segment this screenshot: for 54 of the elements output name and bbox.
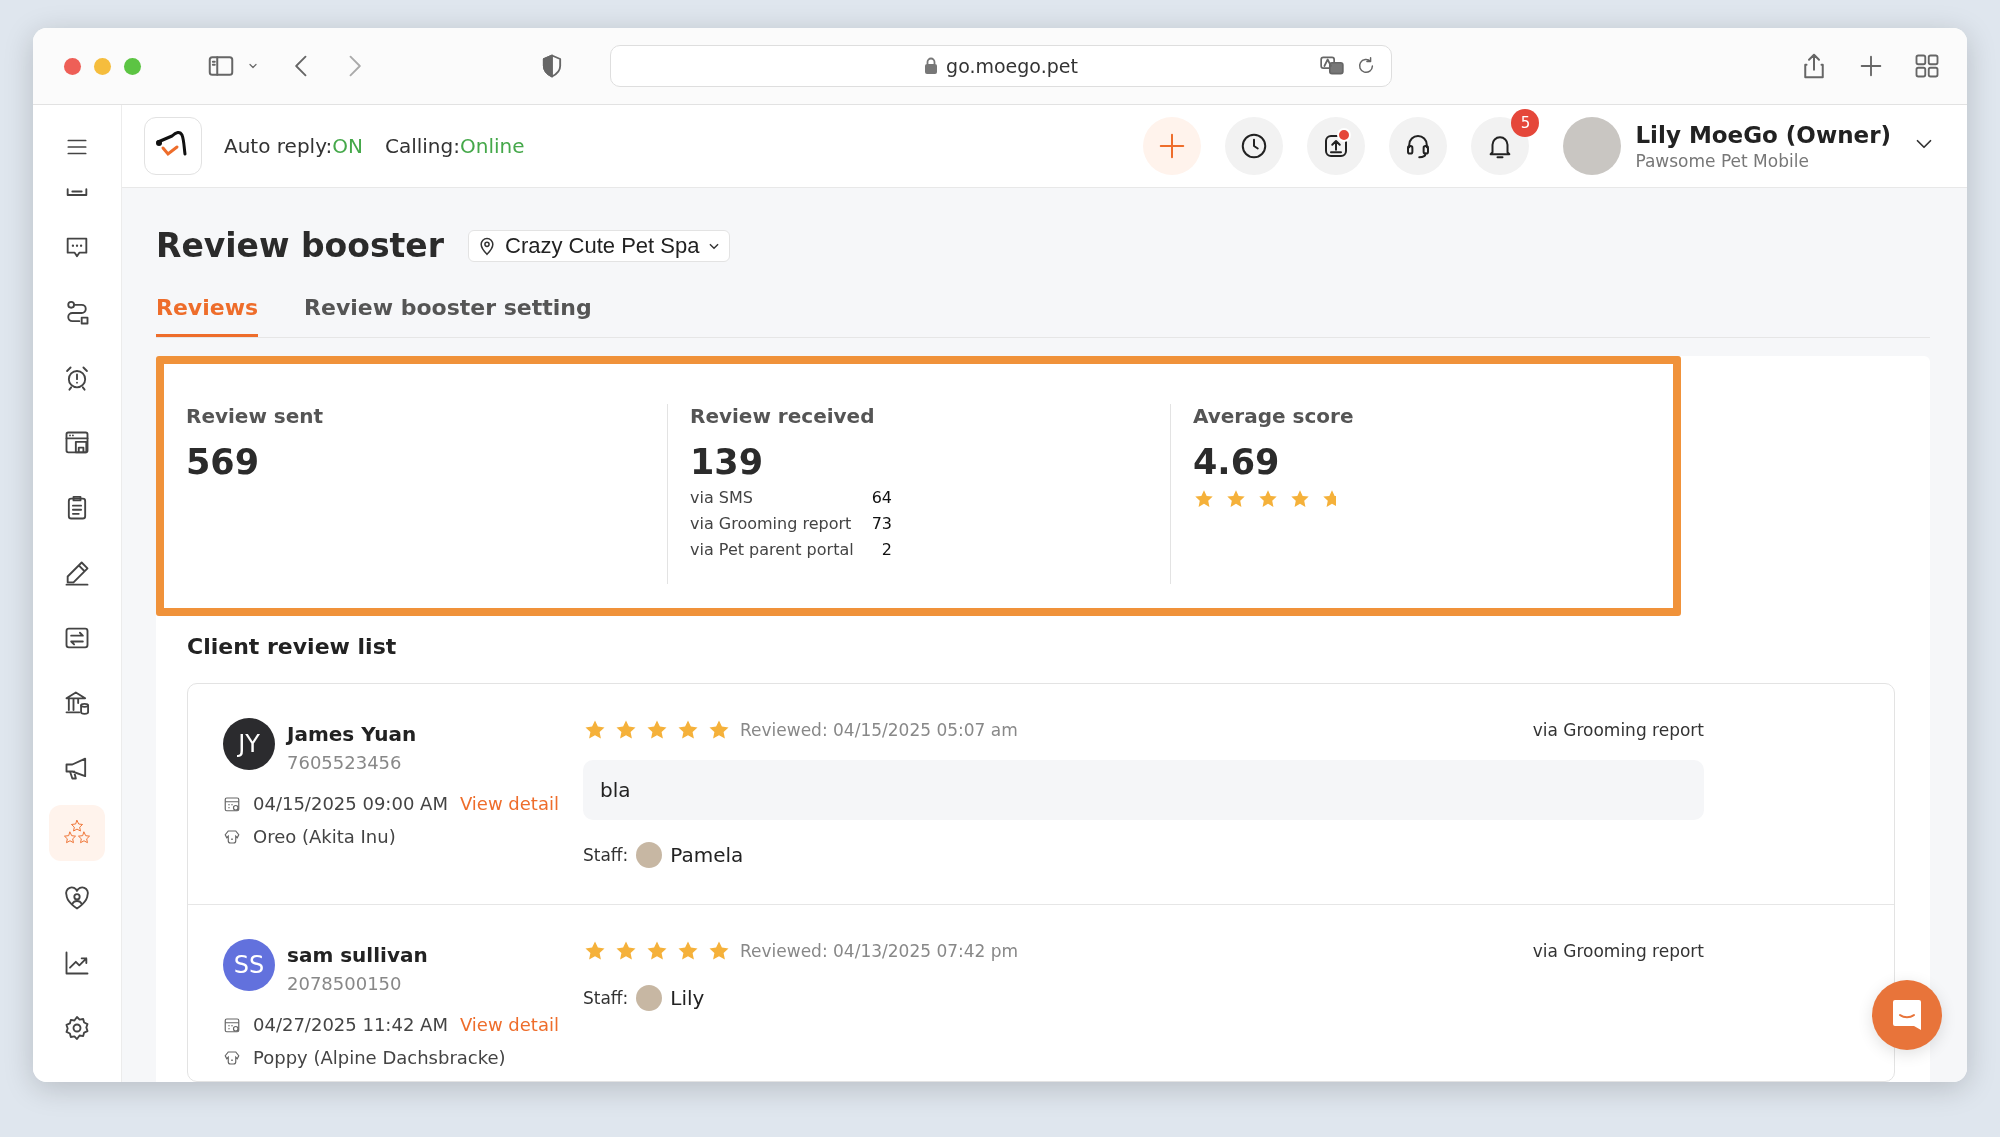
calendar-icon bbox=[223, 794, 241, 813]
page-title: Review booster bbox=[156, 226, 444, 265]
settings-icon bbox=[63, 1013, 91, 1042]
notification-badge: 5 bbox=[1511, 109, 1540, 137]
calling-status: Calling:Online bbox=[384, 134, 525, 158]
appointment-time: 04/27/2025 11:42 AM bbox=[253, 1014, 448, 1035]
stat-value: 569 bbox=[186, 442, 261, 482]
appointment-time: 04/15/2025 09:00 AM bbox=[253, 793, 448, 814]
staff-avatar-placeholder bbox=[636, 985, 663, 1011]
calendar-icon bbox=[223, 1015, 241, 1034]
app-logo[interactable] bbox=[144, 117, 202, 175]
review-date: Reviewed: 04/13/2025 07:42 pm bbox=[740, 941, 1019, 961]
tab[interactable]: Review booster setting bbox=[304, 287, 592, 337]
pet-name: Poppy (Alpine Dachsbracke) bbox=[253, 1047, 506, 1068]
address-bar[interactable]: go.moego.pet bbox=[610, 45, 1392, 87]
url-text: go.moego.pet bbox=[946, 55, 1078, 77]
initials-avatar: SS bbox=[223, 939, 275, 991]
staff-name: Lily bbox=[670, 986, 705, 1010]
close-window-icon[interactable] bbox=[64, 57, 81, 75]
pet-name: Oreo (Akita Inu) bbox=[253, 826, 396, 847]
source-count: 64 bbox=[871, 488, 893, 507]
client-name: sam sullivan bbox=[287, 943, 428, 967]
client-phone: 2078500150 bbox=[287, 973, 403, 994]
tab-overview-icon[interactable] bbox=[1913, 52, 1941, 80]
source-label: via SMS bbox=[690, 488, 754, 507]
stat-value: 139 bbox=[690, 442, 765, 482]
auto-reply-status: Auto reply:ON bbox=[224, 134, 363, 158]
stat-label: Average score bbox=[1193, 404, 1355, 428]
lock-icon bbox=[924, 57, 939, 75]
staff-avatar-placeholder bbox=[636, 842, 663, 868]
review-source: via Grooming report bbox=[1532, 941, 1704, 961]
notification-dot bbox=[1337, 128, 1352, 142]
user-name: Lily MoeGo (Owner) bbox=[1635, 121, 1891, 148]
staff-label: Staff: bbox=[583, 845, 629, 865]
review-date: Reviewed: 04/15/2025 05:07 am bbox=[740, 720, 1018, 740]
stat-label: Review sent bbox=[186, 404, 325, 428]
review-source: via Grooming report bbox=[1532, 720, 1704, 740]
heart-person-icon bbox=[63, 883, 91, 912]
staff-label: Staff: bbox=[583, 988, 629, 1008]
source-count: 2 bbox=[880, 540, 893, 559]
review-comment: bla bbox=[583, 760, 1704, 820]
staff-name: Pamela bbox=[670, 843, 744, 867]
client-name: James Yuan bbox=[287, 722, 417, 746]
source-label: via Pet parent portal bbox=[690, 540, 854, 559]
section-title: Client review list bbox=[187, 634, 398, 659]
source-count: 73 bbox=[871, 514, 893, 533]
initials-avatar: JY bbox=[223, 718, 275, 770]
client-phone: 7605523456 bbox=[287, 752, 403, 773]
business-name: Pawsome Pet Mobile bbox=[1635, 150, 1810, 171]
chat-bubble-icon bbox=[1891, 998, 1923, 1032]
stat-label: Review received bbox=[690, 404, 876, 428]
location-dropdown[interactable]: Crazy Cute Pet Spa bbox=[468, 229, 731, 262]
stat-value: 4.69 bbox=[1193, 442, 1281, 482]
source-label: via Grooming report bbox=[690, 514, 853, 533]
